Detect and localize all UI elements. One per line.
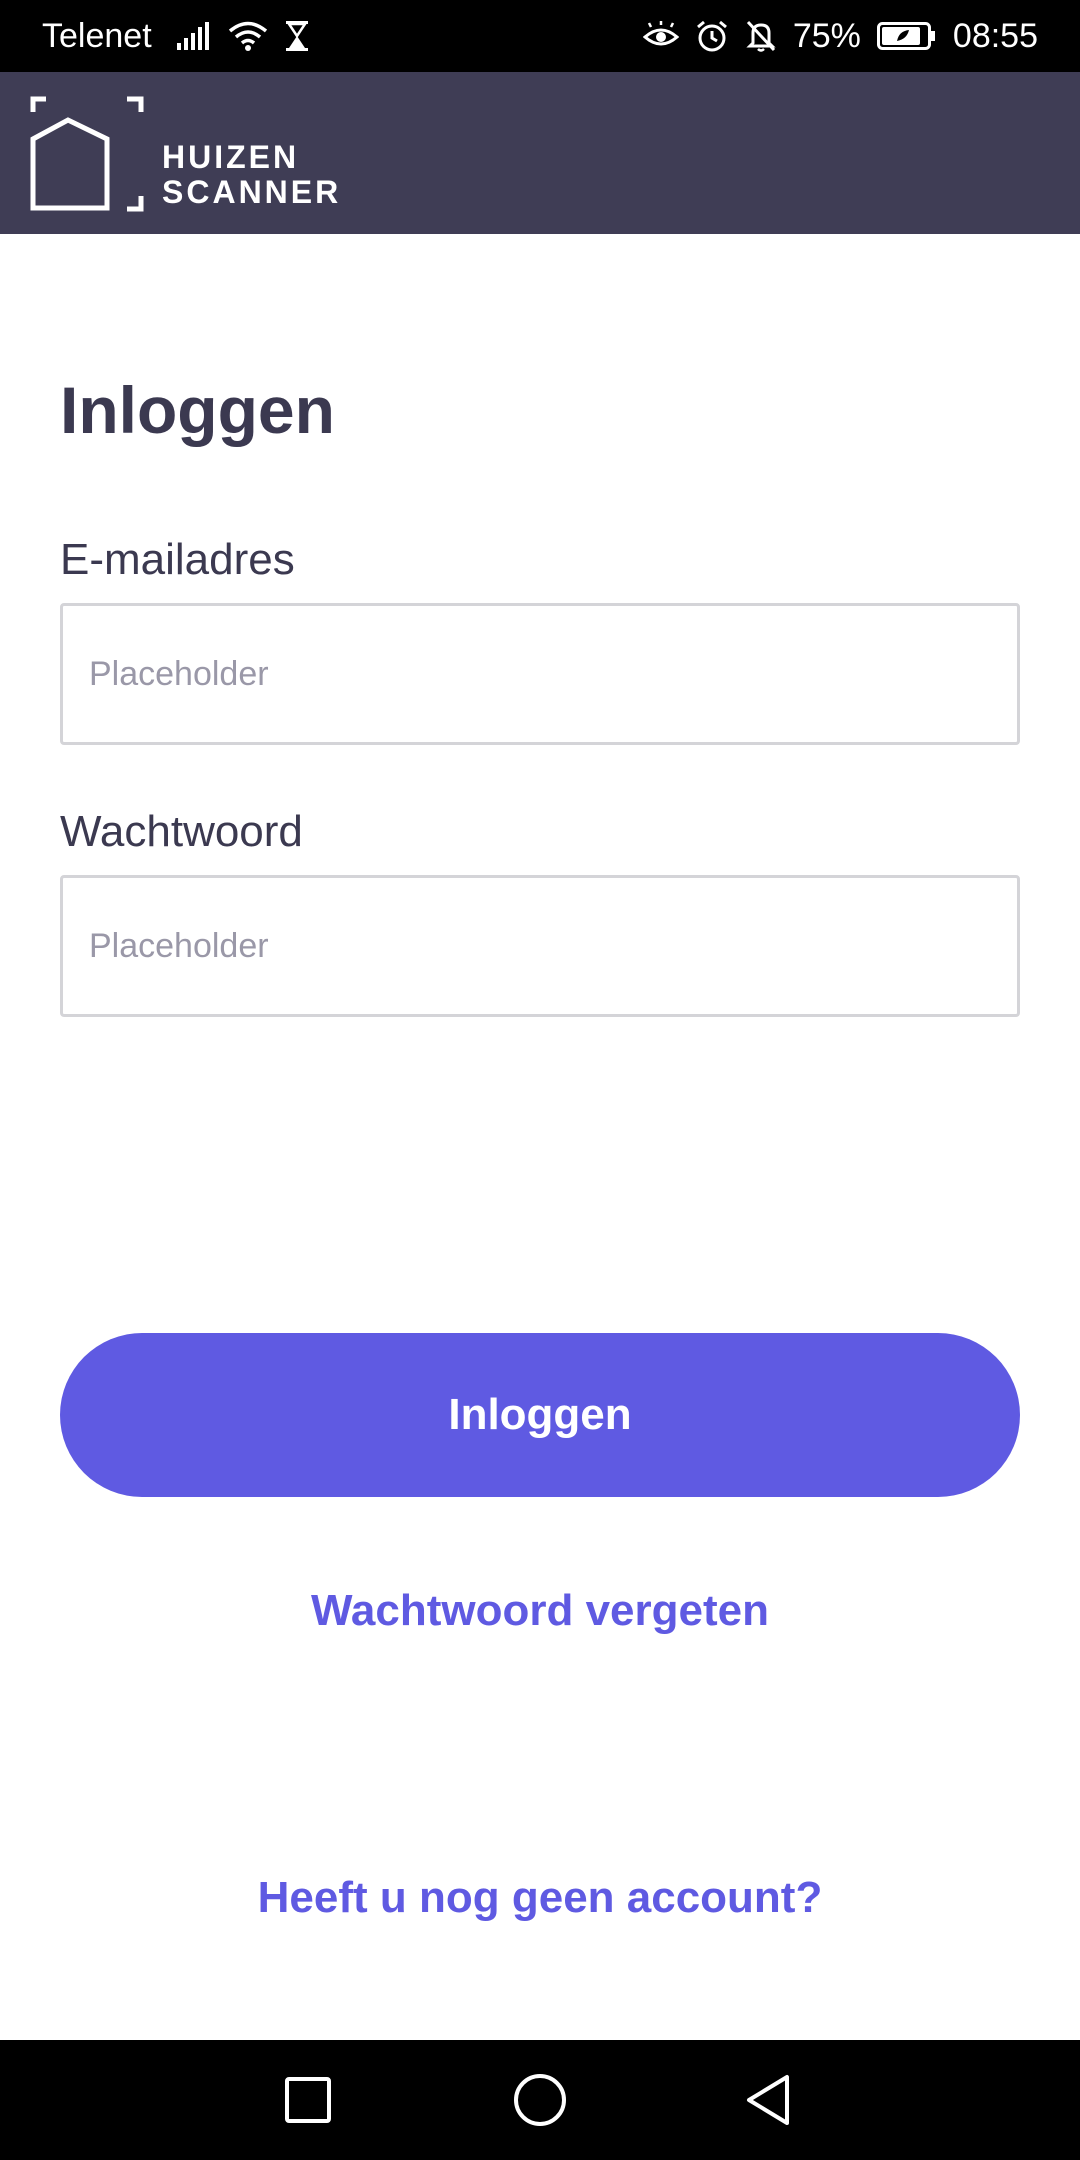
home-icon xyxy=(514,2074,566,2126)
logo-line-1: HUIZEN xyxy=(162,139,300,175)
email-field[interactable] xyxy=(60,603,1020,745)
page-title: Inloggen xyxy=(60,373,335,447)
recents-button[interactable] xyxy=(278,2070,338,2130)
clock-time: 08:55 xyxy=(952,16,1038,55)
battery-icon xyxy=(876,21,937,51)
login-button[interactable]: Inloggen xyxy=(60,1333,1020,1497)
logo-wordmark: HUIZEN SCANNER xyxy=(162,140,341,210)
bell-off-icon xyxy=(745,19,777,53)
battery-percent: 75% xyxy=(792,16,861,55)
status-right: 75% 08:55 xyxy=(642,16,1038,56)
create-account-link[interactable]: Heeft u nog geen account? xyxy=(0,1872,1080,1924)
wifi-icon xyxy=(228,20,268,52)
email-label: E-mailadres xyxy=(60,535,295,584)
eye-icon xyxy=(642,21,679,51)
status-left: Telenet xyxy=(42,17,310,56)
password-field[interactable] xyxy=(60,875,1020,1017)
carrier-name: Telenet xyxy=(42,16,152,55)
alarm-icon xyxy=(695,19,729,53)
forgot-password-link[interactable]: Wachtwoord vergeten xyxy=(0,1585,1080,1637)
back-button[interactable] xyxy=(738,2070,798,2130)
hourglass-icon xyxy=(284,20,310,52)
app-header: HUIZEN SCANNER xyxy=(0,72,1080,234)
house-scanner-logo-icon xyxy=(30,96,144,212)
recents-icon xyxy=(285,2077,331,2123)
signal-icon xyxy=(176,21,212,51)
logo-line-2: SCANNER xyxy=(162,174,342,210)
password-label: Wachtwoord xyxy=(60,807,303,856)
app-logo[interactable]: HUIZEN SCANNER xyxy=(30,96,350,212)
system-nav-bar xyxy=(0,2040,1080,2160)
home-button[interactable] xyxy=(510,2070,570,2130)
back-icon xyxy=(747,2075,789,2125)
status-bar: Telenet 75% 08:55 xyxy=(0,0,1080,72)
